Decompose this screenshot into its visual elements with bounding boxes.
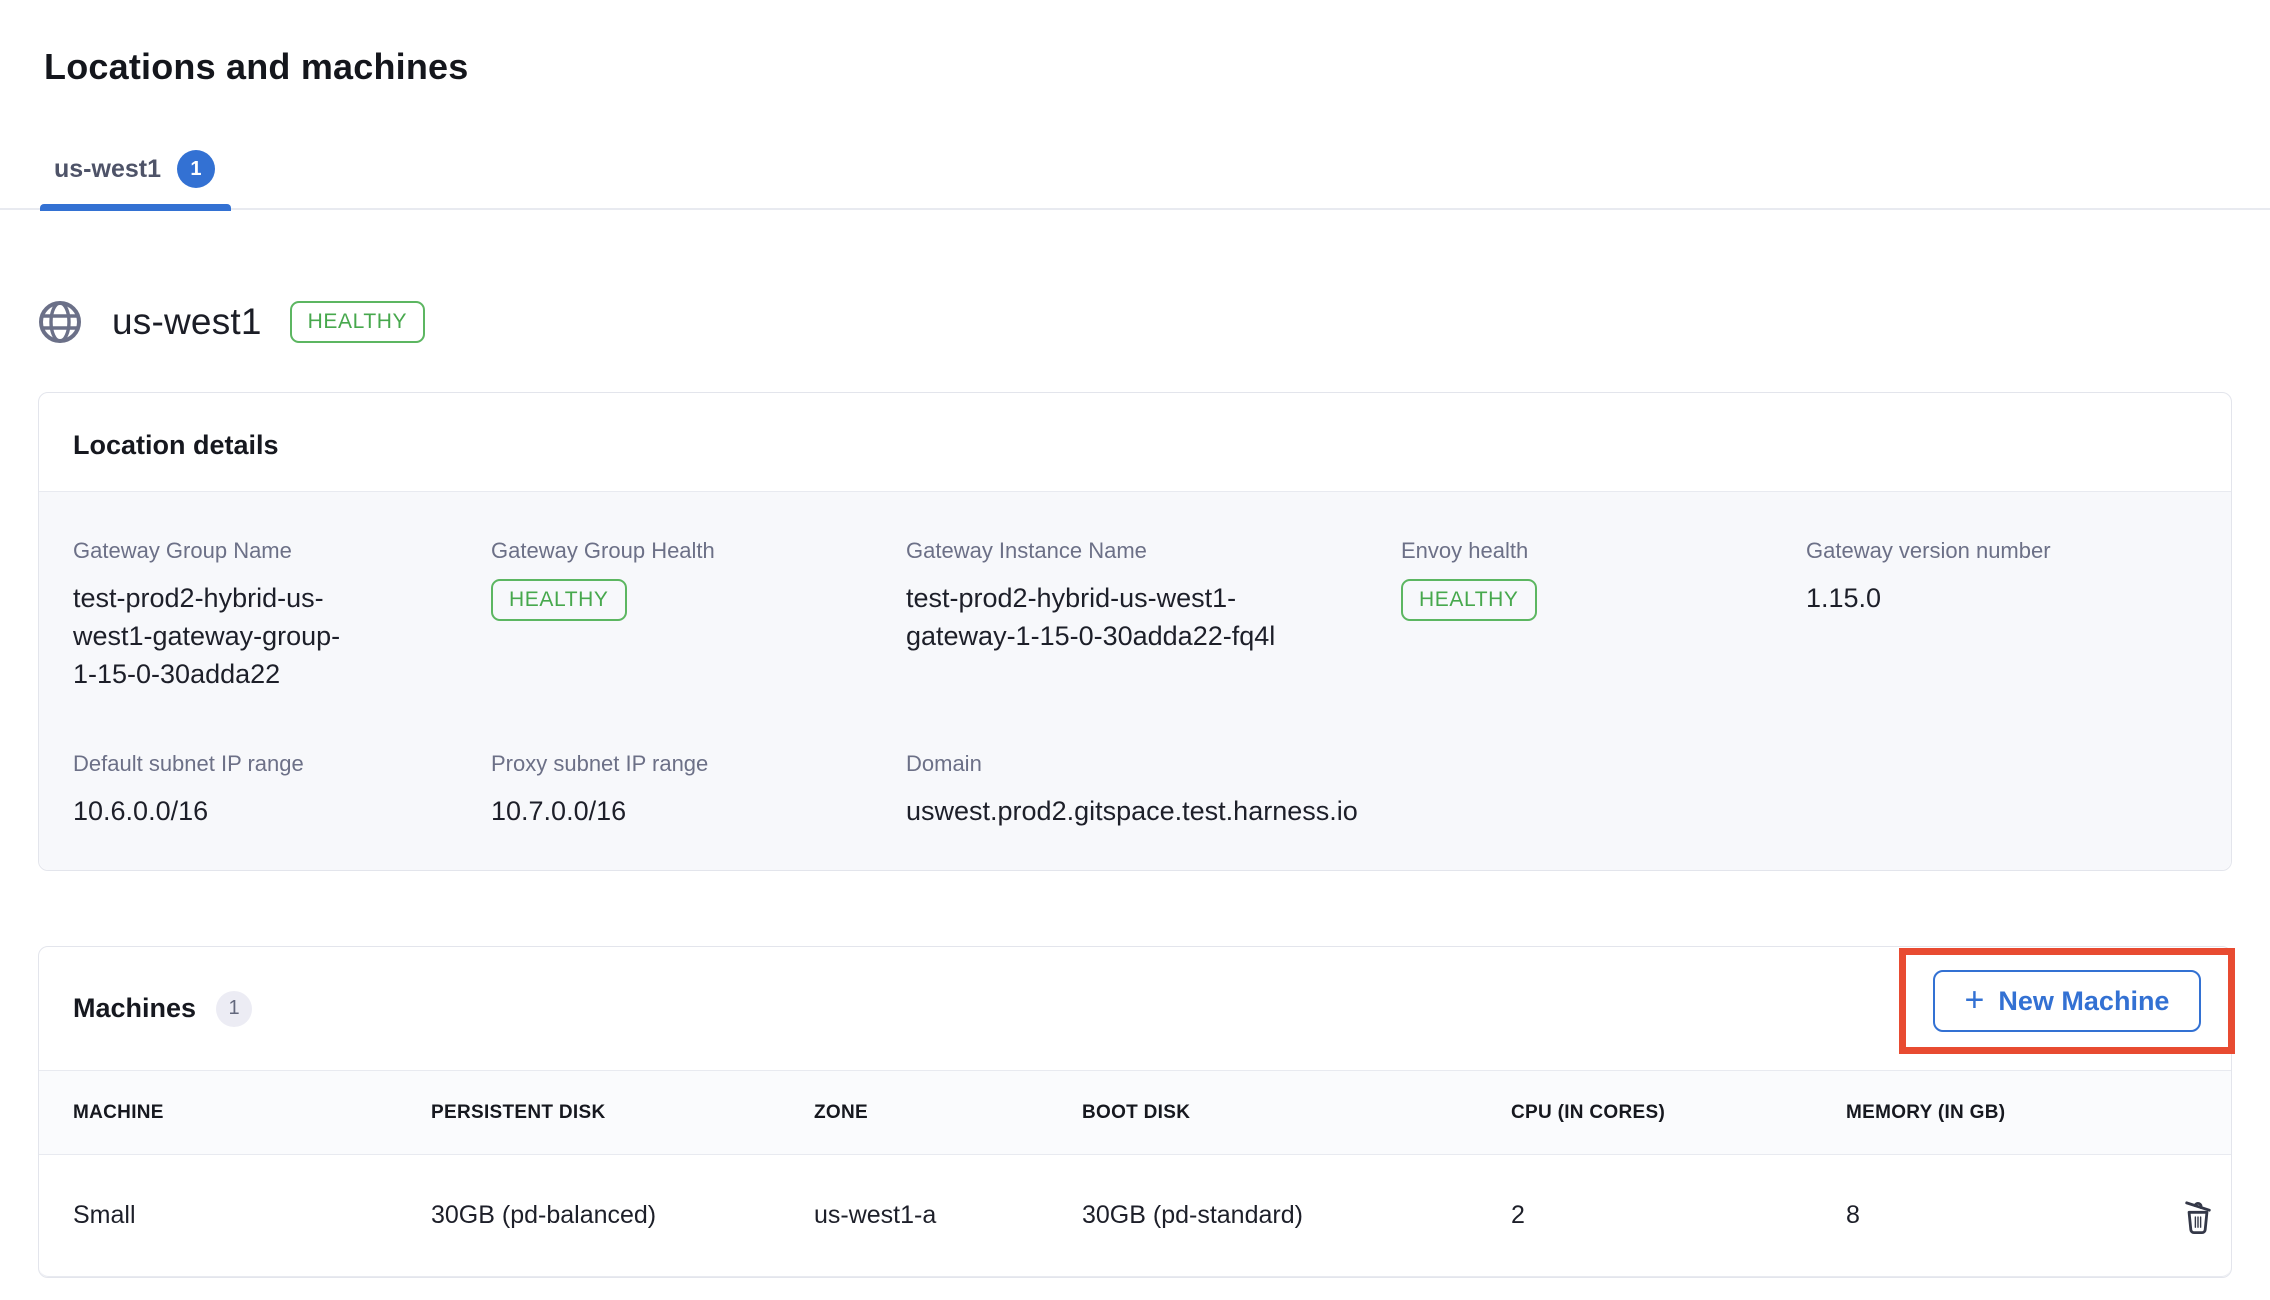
machines-count-badge: 1 bbox=[216, 991, 252, 1027]
cell-cpu: 2 bbox=[1511, 1201, 1846, 1230]
col-persistent-disk: PERSISTENT DISK bbox=[431, 1102, 814, 1124]
machines-card: Machines 1 + New Machine MACHINE PERSIST… bbox=[38, 946, 2232, 1278]
tab-us-west1[interactable]: us-west1 1 bbox=[40, 150, 231, 210]
location-name: us-west1 bbox=[112, 301, 262, 343]
field-value: 1.15.0 bbox=[1806, 579, 2197, 617]
cell-memory: 8 bbox=[1846, 1201, 2127, 1230]
field-domain: Domain uswest.prod2.gitspace.test.harnes… bbox=[906, 751, 1401, 830]
gateway-group-health-badge: HEALTHY bbox=[491, 579, 627, 621]
col-boot-disk: BOOT DISK bbox=[1082, 1102, 1511, 1124]
field-value: 10.7.0.0/16 bbox=[491, 792, 906, 830]
page-title: Locations and machines bbox=[44, 0, 2270, 88]
field-label: Proxy subnet IP range bbox=[491, 751, 906, 777]
col-machine: MACHINE bbox=[73, 1102, 431, 1124]
machines-header: Machines 1 bbox=[39, 947, 2231, 1070]
field-proxy-subnet: Proxy subnet IP range 10.7.0.0/16 bbox=[491, 751, 906, 830]
col-cpu: CPU (IN CORES) bbox=[1511, 1102, 1846, 1124]
field-label: Gateway Group Health bbox=[491, 538, 906, 564]
locations-and-machines-page: Locations and machines us-west1 1 us-wes… bbox=[0, 0, 2270, 1300]
plus-icon: + bbox=[1965, 985, 1985, 1015]
field-value: test-prod2-hybrid-us-west1-gateway-group… bbox=[73, 579, 363, 693]
field-label: Default subnet IP range bbox=[73, 751, 491, 777]
location-tabbar: us-west1 1 bbox=[0, 150, 2270, 210]
field-value: 10.6.0.0/16 bbox=[73, 792, 491, 830]
location-details-card: Location details Gateway Group Name test… bbox=[38, 392, 2232, 871]
field-label: Gateway Group Name bbox=[73, 538, 491, 564]
field-label: Gateway version number bbox=[1806, 538, 2197, 564]
cell-persistent-disk: 30GB (pd-balanced) bbox=[431, 1201, 814, 1230]
cell-machine: Small bbox=[73, 1201, 431, 1230]
cell-zone: us-west1-a bbox=[814, 1201, 1082, 1230]
machines-title: Machines bbox=[73, 993, 196, 1024]
machines-table-header: MACHINE PERSISTENT DISK ZONE BOOT DISK C… bbox=[39, 1070, 2231, 1155]
field-gateway-group-health: Gateway Group Health HEALTHY bbox=[491, 538, 906, 693]
new-machine-label: New Machine bbox=[1998, 984, 2169, 1018]
col-memory: MEMORY (IN GB) bbox=[1846, 1102, 2127, 1124]
table-row: Small 30GB (pd-balanced) us-west1-a 30GB… bbox=[39, 1155, 2231, 1277]
field-gateway-group-name: Gateway Group Name test-prod2-hybrid-us-… bbox=[73, 538, 491, 693]
delete-machine-button[interactable] bbox=[2175, 1193, 2221, 1239]
field-gateway-version: Gateway version number 1.15.0 bbox=[1806, 538, 2197, 693]
field-envoy-health: Envoy health HEALTHY bbox=[1401, 538, 1806, 693]
field-label: Envoy health bbox=[1401, 538, 1806, 564]
field-default-subnet: Default subnet IP range 10.6.0.0/16 bbox=[73, 751, 491, 830]
new-machine-button[interactable]: + New Machine bbox=[1933, 970, 2202, 1032]
location-status-badge: HEALTHY bbox=[290, 301, 426, 343]
field-label: Gateway Instance Name bbox=[906, 538, 1401, 564]
field-value: test-prod2-hybrid-us-west1-gateway-1-15-… bbox=[906, 579, 1286, 655]
field-gateway-instance-name: Gateway Instance Name test-prod2-hybrid-… bbox=[906, 538, 1401, 693]
envoy-health-badge: HEALTHY bbox=[1401, 579, 1537, 621]
location-details-title: Location details bbox=[39, 393, 2231, 491]
col-zone: ZONE bbox=[814, 1102, 1082, 1124]
field-value: uswest.prod2.gitspace.test.harness.io bbox=[906, 792, 1401, 830]
globe-icon bbox=[36, 298, 84, 346]
tab-label: us-west1 bbox=[54, 155, 161, 184]
location-details-body: Gateway Group Name test-prod2-hybrid-us-… bbox=[39, 491, 2231, 870]
cell-boot-disk: 30GB (pd-standard) bbox=[1082, 1201, 1511, 1230]
trash-icon bbox=[2177, 1195, 2219, 1237]
field-label: Domain bbox=[906, 751, 1401, 777]
tab-count-badge: 1 bbox=[177, 150, 215, 188]
location-heading: us-west1 HEALTHY bbox=[36, 298, 2270, 346]
